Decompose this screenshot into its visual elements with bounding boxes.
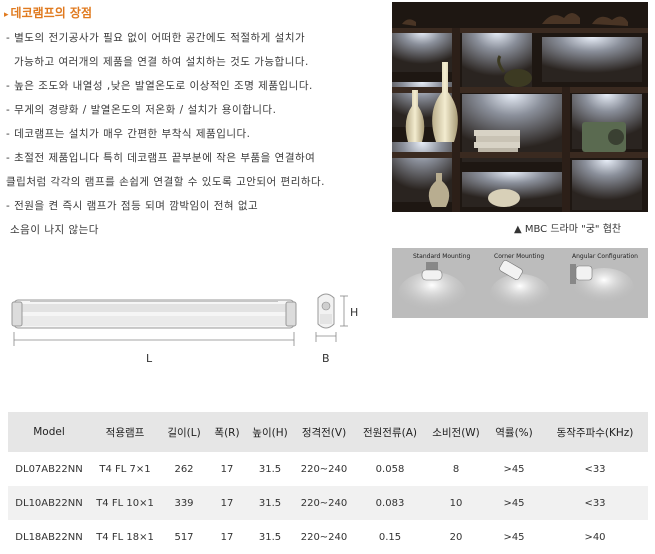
cell-height: 31.5: [246, 452, 294, 486]
header-current: 전원전류(A): [354, 412, 426, 452]
cell-width: 17: [208, 452, 246, 486]
cell-power-factor: >45: [486, 452, 542, 486]
cell-length: 262: [160, 452, 208, 486]
feature-line: 가능하고 여러개의 제품을 연결 하여 설치하는 것도 가능합니다.: [14, 56, 309, 68]
cell-power: 8: [426, 452, 486, 486]
header-height: 높이(H): [246, 412, 294, 452]
feature-line: 클립처럼 각각의 램프를 손쉽게 연결할 수 있도록 고안되어 편리하다.: [6, 176, 326, 188]
width-label: B: [322, 352, 330, 365]
section-title-text: 데코램프의 장점: [10, 6, 92, 20]
feature-line: - 데코램프는 설치가 매우 간편한 부착식 제품입니다.: [6, 128, 251, 140]
header-power-factor: 역률(%): [486, 412, 542, 452]
cell-voltage: 220~240: [294, 486, 354, 520]
arrow-icon: ▸: [4, 10, 9, 20]
header-width: 폭(R): [208, 412, 246, 452]
cell-power-factor: >45: [486, 486, 542, 520]
feature-line: 소음이 나지 않는다: [10, 224, 99, 236]
header-lamp: 적용램프: [90, 412, 160, 452]
cell-power: 10: [426, 486, 486, 520]
feature-line: - 초절전 제품입니다 특히 데코램프 끝부분에 작은 부품을 연결하여: [6, 152, 316, 164]
header-model: Model: [8, 412, 90, 452]
cell-height: 31.5: [246, 486, 294, 520]
corner-mounting-label: Corner Mounting: [494, 253, 545, 260]
spec-table: Model 적용램프 길이(L) 폭(R) 높이(H) 정격전(V) 전원전류(…: [8, 412, 648, 554]
photo-caption: ▲ MBC 드라마 "궁" 협찬: [514, 224, 622, 235]
header-power: 소비전(W): [426, 412, 486, 452]
header-frequency: 동작주파수(KHz): [542, 412, 648, 452]
cell-frequency: <33: [542, 452, 648, 486]
height-label: H: [350, 306, 359, 319]
cell-model: DL10AB22NN: [8, 486, 90, 520]
mounting-panel: Standard Mounting Corner Mounting Angula…: [392, 248, 648, 318]
cell-lamp: T4 FL 7×1: [90, 452, 160, 486]
shelf-photo: [392, 2, 648, 212]
feature-line: - 무게의 경량화 / 발열온도의 저온화 / 설치가 용이합니다.: [6, 104, 277, 116]
dimension-diagram: L B H: [0, 280, 390, 380]
feature-line: - 전원을 켠 즉시 램프가 점등 되며 깜박임이 전혀 없고: [6, 200, 259, 212]
cell-voltage: 220~240: [294, 452, 354, 486]
standard-mounting-label: Standard Mounting: [413, 253, 471, 260]
cell-length: 339: [160, 486, 208, 520]
cell-frequency: <33: [542, 486, 648, 520]
feature-line: - 높은 조도와 내열성 ,낮은 발열온도로 이상적인 조명 제품입니다.: [6, 80, 313, 92]
header-voltage: 정격전(V): [294, 412, 354, 452]
header-length: 길이(L): [160, 412, 208, 452]
table-header-row: Model 적용램프 길이(L) 폭(R) 높이(H) 정격전(V) 전원전류(…: [8, 412, 648, 452]
angular-configuration-label: Angular Configuration: [572, 253, 638, 260]
cell-model: DL07AB22NN: [8, 452, 90, 486]
section-title: ▸ 데코램프의 장점: [4, 4, 92, 21]
feature-line: - 별도의 전기공사가 필요 없이 어떠한 공간에도 적절하게 설치가: [6, 32, 306, 44]
table-row: DL07AB22NN T4 FL 7×1 262 17 31.5 220~240…: [8, 452, 648, 486]
cell-lamp: T4 FL 10×1: [90, 486, 160, 520]
length-label: L: [146, 352, 153, 365]
cell-current: 0.083: [354, 486, 426, 520]
table-row: DL10AB22NN T4 FL 10×1 339 17 31.5 220~24…: [8, 486, 648, 520]
cell-width: 17: [208, 486, 246, 520]
cell-current: 0.058: [354, 452, 426, 486]
